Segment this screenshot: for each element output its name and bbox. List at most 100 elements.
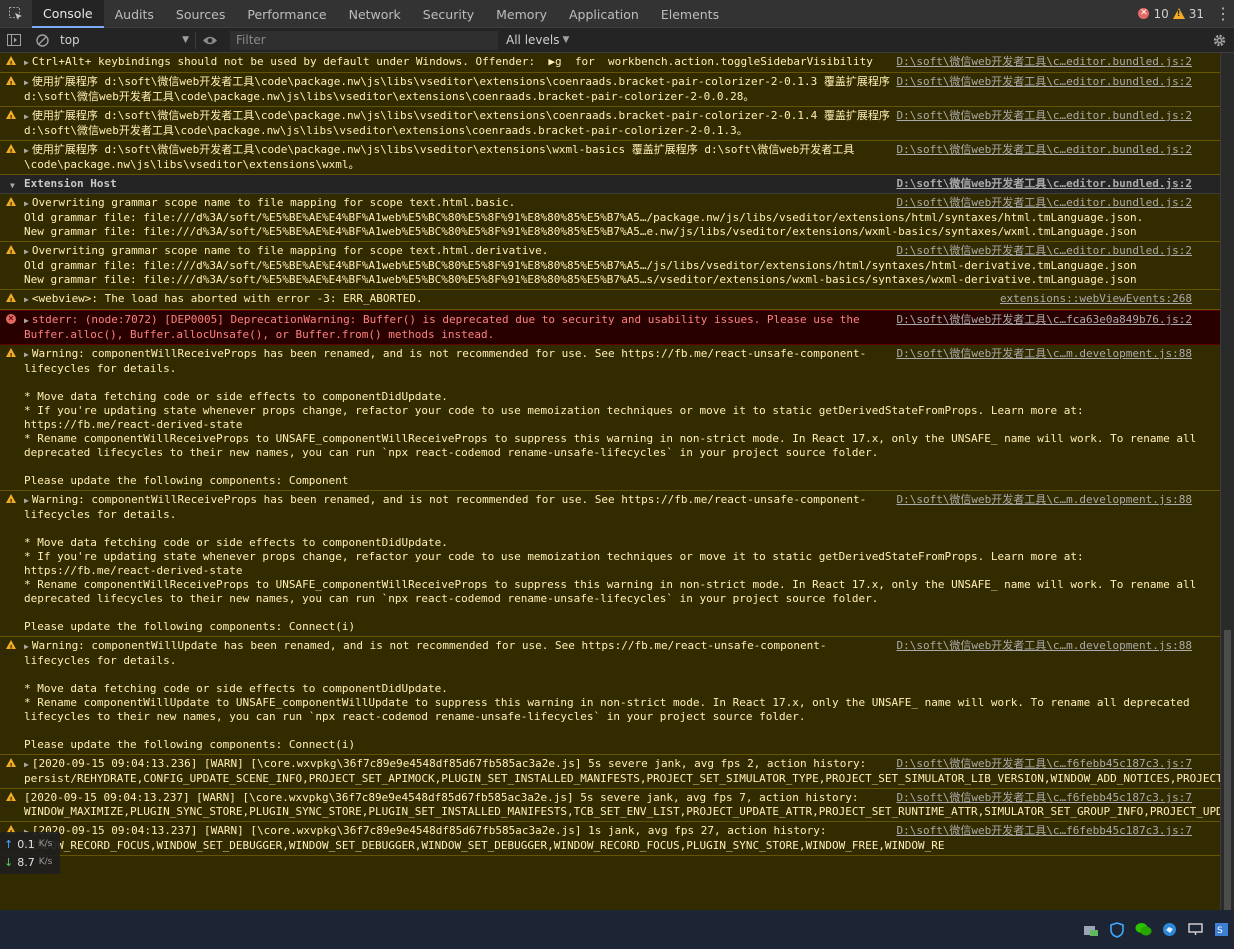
expand-triangle-icon[interactable]: ▶ (24, 350, 29, 359)
warning-icon (6, 76, 16, 91)
console-message[interactable]: D:\soft\微信web开发者工具\c…editor.bundled.js:2… (0, 53, 1220, 73)
network-speed-widget: ↑ 0.1 K/s ↓ 8.7 K/s (0, 832, 60, 874)
message-source-link[interactable]: D:\soft\微信web开发者工具\c…f6febb45c187c3.js:7 (892, 757, 1220, 771)
dropdown-arrow-icon: ▼ (562, 35, 570, 45)
expand-triangle-icon[interactable]: ▶ (24, 760, 29, 769)
console-message[interactable]: ✕ D:\soft\微信web开发者工具\c…fca63e0a849b76.js:… (0, 310, 1220, 345)
download-speed: 8.7 (17, 855, 35, 869)
error-icon: ✕ (6, 314, 16, 324)
console-message[interactable]: D:\soft\微信web开发者工具\c…f6febb45c187c3.js:7… (0, 822, 1220, 856)
expand-triangle-icon[interactable]: ▶ (24, 642, 29, 651)
upload-unit: K/s (38, 839, 53, 849)
console-message[interactable]: D:\soft\微信web开发者工具\c…editor.bundled.js:2… (0, 194, 1220, 242)
dropdown-arrow-icon: ▼ (182, 35, 189, 45)
group-expand-triangle-icon[interactable]: ▼ (10, 179, 15, 193)
tab-memory[interactable]: Memory (485, 0, 558, 28)
console-message[interactable]: D:\soft\微信web开发者工具\c…f6febb45c187c3.js:7… (0, 755, 1220, 789)
warning-count: 31 (1188, 6, 1204, 21)
upload-speed: 0.1 (17, 837, 35, 851)
tab-elements[interactable]: Elements (650, 0, 730, 28)
filter-input[interactable] (230, 30, 498, 50)
message-text: stderr: (node:7072) [DEP0005] Deprecatio… (24, 313, 867, 341)
console-toolbar: top ▼ All levels ▼ (0, 28, 1234, 53)
warning-count-icon (1172, 8, 1185, 19)
console-messages: D:\soft\微信web开发者工具\c…editor.bundled.js:2… (0, 53, 1220, 910)
message-source-link[interactable]: D:\soft\微信web开发者工具\c…fca63e0a849b76.js:2 (892, 313, 1220, 327)
console-message[interactable]: D:\soft\微信web开发者工具\c…editor.bundled.js:2… (0, 242, 1220, 290)
expand-triangle-icon[interactable]: ▶ (24, 112, 29, 121)
warning-icon (6, 110, 16, 125)
network-globe-icon[interactable] (1160, 921, 1178, 939)
tab-performance[interactable]: Performance (236, 0, 337, 28)
message-source-link[interactable]: D:\soft\微信web开发者工具\c…editor.bundled.js:2 (892, 244, 1220, 258)
message-source-link[interactable]: D:\soft\微信web开发者工具\c…m.development.js:88 (892, 347, 1220, 361)
expand-triangle-icon[interactable]: ▶ (24, 199, 29, 208)
message-source-link[interactable]: D:\soft\微信web开发者工具\c…editor.bundled.js:2 (892, 75, 1220, 89)
scrollbar-thumb[interactable] (1224, 630, 1231, 910)
sidebar-toggle-icon[interactable] (0, 28, 28, 53)
console-message[interactable]: D:\soft\微信web开发者工具\c…f6febb45c187c3.js:7… (0, 789, 1220, 822)
message-source-link[interactable]: D:\soft\微信web开发者工具\c…editor.bundled.js:2 (892, 143, 1220, 157)
message-source-link[interactable]: D:\soft\微信web开发者工具\c…m.development.js:88 (892, 493, 1220, 507)
expand-triangle-icon[interactable]: ▶ (24, 295, 29, 304)
console-message[interactable]: D:\soft\微信web开发者工具\c…m.development.js:88… (0, 637, 1220, 755)
log-levels-dropdown[interactable]: All levels ▼ (506, 33, 569, 47)
group-title: Extension Host (24, 177, 117, 190)
warning-icon (6, 197, 16, 212)
tab-sources[interactable]: Sources (165, 0, 236, 28)
warning-icon (6, 144, 16, 159)
message-source-link[interactable]: D:\soft\微信web开发者工具\c…f6febb45c187c3.js:7 (892, 824, 1220, 838)
expand-triangle-icon[interactable]: ▶ (24, 316, 29, 325)
tab-network[interactable]: Network (338, 0, 412, 28)
windows-taskbar-tray: S (0, 910, 1234, 949)
message-source-link[interactable]: D:\soft\微信web开发者工具\c…m.development.js:88 (892, 639, 1220, 653)
console-message[interactable]: extensions::webViewEvents:268 ▶<webview>:… (0, 290, 1220, 310)
tab-audits[interactable]: Audits (104, 0, 165, 28)
message-source-link[interactable]: D:\soft\微信web开发者工具\c…editor.bundled.js:2 (892, 55, 1220, 69)
cloud-sync-icon[interactable] (1082, 921, 1100, 939)
context-selector[interactable]: top ▼ (56, 31, 196, 49)
live-expression-eye-icon[interactable] (196, 28, 224, 53)
expand-triangle-icon[interactable]: ▶ (24, 496, 29, 505)
message-text: 使用扩展程序 d:\soft\微信web开发者工具\code\package.n… (24, 75, 897, 103)
svg-text:S: S (1217, 926, 1223, 936)
console-group-header[interactable]: ▼ D:\soft\微信web开发者工具\c…editor.bundled.js:… (0, 175, 1220, 194)
console-message[interactable]: D:\soft\微信web开发者工具\c…editor.bundled.js:2… (0, 107, 1220, 141)
inspect-element-icon[interactable] (0, 0, 32, 27)
upload-arrow-icon: ↑ (4, 837, 14, 851)
tab-console[interactable]: Console (32, 0, 104, 28)
warning-icon (6, 640, 16, 655)
input-method-icon[interactable]: S (1212, 921, 1230, 939)
wechat-icon[interactable] (1134, 921, 1152, 939)
message-source-link[interactable]: D:\soft\微信web开发者工具\c…editor.bundled.js:2 (892, 177, 1220, 191)
warning-icon (6, 758, 16, 773)
message-source-link[interactable]: extensions::webViewEvents:268 (996, 292, 1220, 306)
console-message[interactable]: D:\soft\微信web开发者工具\c…m.development.js:88… (0, 345, 1220, 491)
issue-counts[interactable]: ✕ 10 31 (1138, 0, 1212, 27)
clear-console-icon[interactable] (28, 28, 56, 53)
expand-triangle-icon[interactable]: ▶ (24, 247, 29, 256)
console-scrollbar[interactable] (1220, 53, 1234, 910)
console-message[interactable]: D:\soft\微信web开发者工具\c…editor.bundled.js:2… (0, 141, 1220, 175)
message-source-link[interactable]: D:\soft\微信web开发者工具\c…editor.bundled.js:2 (892, 109, 1220, 123)
expand-triangle-icon[interactable]: ▶ (24, 146, 29, 155)
message-source-link[interactable]: D:\soft\微信web开发者工具\c…f6febb45c187c3.js:7 (892, 791, 1220, 805)
message-text: [2020-09-15 09:04:13.237] [WARN] [\core.… (24, 824, 945, 852)
download-arrow-icon: ↓ (4, 855, 14, 869)
tab-application[interactable]: Application (558, 0, 650, 28)
console-settings-gear-icon[interactable] (1204, 33, 1234, 48)
display-icon[interactable] (1186, 921, 1204, 939)
message-text: 使用扩展程序 d:\soft\微信web开发者工具\code\package.n… (24, 109, 897, 137)
expand-triangle-icon[interactable]: ▶ (24, 58, 29, 67)
console-message[interactable]: D:\soft\微信web开发者工具\c…m.development.js:88… (0, 491, 1220, 637)
more-options-icon[interactable]: ⋮ (1212, 0, 1234, 27)
error-count: 10 (1153, 6, 1169, 21)
message-text: Warning: componentWillUpdate has been re… (24, 639, 1190, 751)
expand-triangle-icon[interactable]: ▶ (24, 78, 29, 87)
console-message[interactable]: D:\soft\微信web开发者工具\c…editor.bundled.js:2… (0, 73, 1220, 107)
error-count-icon: ✕ (1138, 8, 1150, 19)
message-source-link[interactable]: D:\soft\微信web开发者工具\c…editor.bundled.js:2 (892, 196, 1220, 210)
tab-security[interactable]: Security (412, 0, 485, 28)
message-text: Warning: componentWillReceiveProps has b… (24, 347, 1197, 487)
shield-icon[interactable] (1108, 921, 1126, 939)
